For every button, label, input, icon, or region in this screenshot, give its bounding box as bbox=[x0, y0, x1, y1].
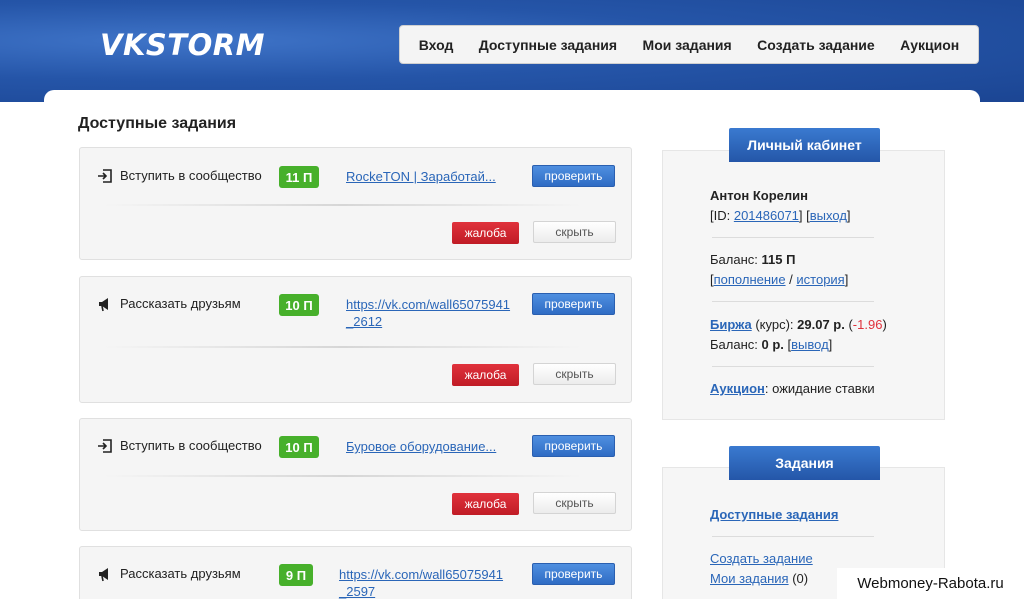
task-type: Вступить в сообщество bbox=[120, 438, 262, 453]
sidebar-create-task[interactable]: Создать задание bbox=[710, 551, 813, 566]
reward-badge: 11 П bbox=[279, 166, 319, 188]
divider bbox=[104, 346, 582, 348]
balance2-label: Баланс: bbox=[710, 337, 762, 352]
withdraw-link[interactable]: вывод bbox=[791, 337, 829, 352]
balance-value: 115 П bbox=[761, 252, 796, 267]
reward-badge: 9 П bbox=[279, 564, 313, 586]
rate-change: -1.96 bbox=[852, 317, 883, 332]
nav-auction[interactable]: Аукцион bbox=[900, 37, 959, 53]
site-logo[interactable]: VKSTORM bbox=[100, 28, 265, 62]
my-tasks-count: (0) bbox=[788, 571, 809, 586]
topup-link[interactable]: пополнение bbox=[714, 272, 786, 287]
tasks-tab: Задания bbox=[729, 446, 880, 480]
balance2-value: 0 р. bbox=[761, 337, 784, 352]
exchange-link[interactable]: Биржа bbox=[710, 317, 752, 332]
sidebar-available-tasks[interactable]: Доступные задания bbox=[710, 507, 838, 522]
complain-button[interactable]: жалоба bbox=[452, 222, 519, 244]
page-title: Доступные задания bbox=[78, 115, 237, 132]
history-link[interactable]: история bbox=[796, 272, 844, 287]
check-button[interactable]: проверить bbox=[532, 435, 615, 457]
task-card: Рассказать друзьям 10 П https://vk.com/w… bbox=[79, 276, 632, 403]
balance-line: Баланс: 115 П bbox=[710, 252, 795, 267]
auction-link[interactable]: Аукцион bbox=[710, 381, 765, 396]
cabinet-tab: Личный кабинет bbox=[729, 128, 880, 162]
balance2-line: Баланс: 0 р. [вывод] bbox=[710, 337, 832, 352]
balance-actions: [пополнение / история] bbox=[710, 272, 848, 287]
id-separator: ] [ bbox=[798, 208, 810, 223]
reward-badge: 10 П bbox=[279, 294, 319, 316]
divider bbox=[104, 475, 582, 477]
reward-badge: 10 П bbox=[279, 436, 319, 458]
check-button[interactable]: проверить bbox=[532, 293, 615, 315]
header: VKSTORM Вход Доступные задания Мои задан… bbox=[0, 0, 1024, 102]
user-id-line: [ID: 201486071] [выход] bbox=[710, 208, 851, 223]
id-prefix: [ID: bbox=[710, 208, 734, 223]
task-type: Вступить в сообщество bbox=[120, 168, 262, 183]
nav-available-tasks[interactable]: Доступные задания bbox=[479, 37, 617, 53]
divider bbox=[712, 536, 874, 537]
task-link[interactable]: RockeTON | Заработай... bbox=[346, 168, 526, 185]
rate-value: 29.07 р. bbox=[797, 317, 845, 332]
task-link[interactable]: Буровое оборудование... bbox=[346, 438, 526, 455]
divider bbox=[712, 301, 874, 302]
slash: / bbox=[785, 272, 797, 287]
task-card: Рассказать друзьям 9 П https://vk.com/wa… bbox=[79, 546, 632, 599]
divider bbox=[712, 237, 874, 238]
auction-line: Аукцион: ожидание ставки bbox=[710, 381, 875, 396]
bracket-close: ] bbox=[844, 272, 849, 287]
nav-my-tasks[interactable]: Мои задания bbox=[643, 37, 732, 53]
user-id-link[interactable]: 201486071 bbox=[734, 208, 799, 223]
task-card: Вступить в сообщество 10 П Буровое обору… bbox=[79, 418, 632, 531]
user-name: Антон Корелин bbox=[710, 188, 808, 203]
sidebar-my-tasks[interactable]: Мои задания bbox=[710, 571, 789, 586]
hide-button[interactable]: скрыть bbox=[533, 492, 616, 514]
check-button[interactable]: проверить bbox=[532, 563, 615, 585]
task-link[interactable]: https://vk.com/wall65075941_2612 bbox=[346, 296, 516, 330]
enter-icon bbox=[96, 167, 114, 185]
enter-icon bbox=[96, 437, 114, 455]
sidebar-my-tasks-line: Мои задания (0) bbox=[710, 571, 808, 586]
exchange-line: Биржа (курс): 29.07 р. (-1.96) bbox=[710, 317, 887, 332]
logout-link[interactable]: выход bbox=[810, 208, 847, 223]
withdraw-close: ] bbox=[828, 337, 833, 352]
complain-button[interactable]: жалоба bbox=[452, 364, 519, 386]
divider bbox=[712, 366, 874, 367]
hide-button[interactable]: скрыть bbox=[533, 363, 616, 385]
rate-label: (курс): bbox=[751, 317, 798, 332]
complain-button[interactable]: жалоба bbox=[452, 493, 519, 515]
task-card: Вступить в сообщество 11 П RockeTON | За… bbox=[79, 147, 632, 260]
task-type: Рассказать друзьям bbox=[120, 296, 241, 311]
task-type: Рассказать друзьям bbox=[120, 566, 241, 581]
auction-status: : ожидание ставки bbox=[764, 381, 875, 396]
check-button[interactable]: проверить bbox=[532, 165, 615, 187]
nav-create-task[interactable]: Создать задание bbox=[757, 37, 875, 53]
nav-login[interactable]: Вход bbox=[419, 37, 454, 53]
id-suffix: ] bbox=[846, 208, 851, 223]
watermark: Webmoney-Rabota.ru bbox=[837, 568, 1024, 599]
balance-label: Баланс: bbox=[710, 252, 762, 267]
divider bbox=[104, 204, 582, 206]
task-link[interactable]: https://vk.com/wall65075941_2597 bbox=[339, 566, 509, 599]
hide-button[interactable]: скрыть bbox=[533, 221, 616, 243]
megaphone-icon bbox=[96, 565, 114, 583]
megaphone-icon bbox=[96, 295, 114, 313]
main-nav: Вход Доступные задания Мои задания Созда… bbox=[399, 25, 979, 64]
change-close: ) bbox=[882, 317, 887, 332]
change-open: ( bbox=[844, 317, 853, 332]
